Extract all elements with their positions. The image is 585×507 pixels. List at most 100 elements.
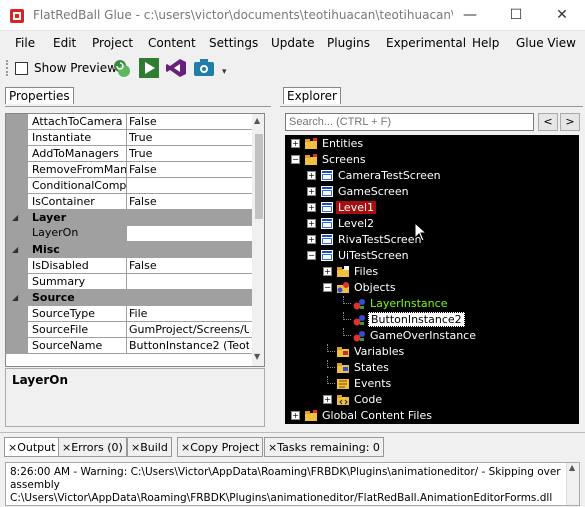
tree-node-label[interactable]: LayerInstance — [368, 297, 449, 310]
expand-icon[interactable]: + — [307, 219, 316, 228]
scroll-thumb[interactable] — [255, 134, 263, 219]
property-value[interactable]: False — [129, 195, 249, 208]
menu-update[interactable]: Update — [271, 36, 314, 50]
tree-node[interactable]: + Global Content Files — [285, 408, 579, 424]
screenshot-button[interactable] — [193, 57, 215, 79]
tree-node-label[interactable]: UiTestScreen — [336, 249, 411, 262]
tree-node-label[interactable]: Screens — [320, 153, 368, 166]
scroll-up-icon[interactable]: ▲ — [569, 463, 575, 472]
property-row[interactable]: SourceName ButtonInstance2 (Teotihua — [6, 338, 252, 354]
scroll-down-icon[interactable]: ▼ — [254, 352, 260, 361]
tab-explorer[interactable]: Explorer — [283, 87, 341, 104]
tab-output[interactable]: ×Output — [4, 437, 60, 457]
refresh-project-button[interactable] — [111, 57, 133, 79]
property-row[interactable]: AttachToCamera False — [6, 114, 252, 130]
tab-properties[interactable]: Properties — [5, 87, 74, 104]
property-row[interactable]: AddToManagers True — [6, 146, 252, 162]
run-button[interactable] — [138, 57, 160, 79]
toolbar-overflow-icon[interactable]: ▾ — [222, 67, 227, 77]
tree-node-label[interactable]: CameraTestScreen — [336, 169, 443, 182]
menu-help[interactable]: Help — [472, 36, 499, 50]
property-value[interactable]: True — [129, 147, 249, 160]
property-row[interactable]: ConditionalCompilat — [6, 178, 252, 194]
expand-icon[interactable]: + — [307, 203, 316, 212]
nav-forward-button[interactable]: > — [560, 113, 580, 131]
expand-icon[interactable]: + — [291, 411, 300, 420]
tree-node-label[interactable]: Entities — [320, 137, 365, 150]
property-value[interactable]: ButtonInstance2 (Teotihua — [129, 339, 249, 352]
property-value[interactable]: False — [129, 163, 249, 176]
tab-errors[interactable]: ×Errors (0) — [58, 437, 127, 457]
tree-node[interactable]: + RivaTestScreen — [285, 232, 579, 248]
property-value[interactable]: False — [129, 259, 249, 272]
property-row[interactable]: IsDisabled False — [6, 258, 252, 274]
tab-build[interactable]: ×Build — [127, 437, 172, 457]
category-row[interactable]: ◢ Misc — [6, 242, 252, 258]
menu-plugins[interactable]: Plugins — [327, 36, 370, 50]
tree-node-label[interactable]: GameScreen — [336, 185, 411, 198]
property-value[interactable]: File — [129, 307, 249, 320]
expand-icon[interactable]: + — [307, 235, 316, 244]
tree-node-label[interactable]: Files — [352, 265, 380, 278]
tree-node[interactable]: − Objects — [285, 280, 579, 296]
scroll-up-icon[interactable]: ▲ — [254, 116, 260, 125]
tree-node[interactable]: − Screens — [285, 152, 579, 168]
menu-project[interactable]: Project — [92, 36, 133, 50]
tree-node-label[interactable]: Objects — [352, 281, 398, 294]
show-preview-checkbox[interactable] — [15, 62, 28, 75]
property-row[interactable]: Summary — [6, 274, 252, 290]
menu-glue-view[interactable]: Glue View — [516, 36, 576, 50]
category-row[interactable]: ◢ Layer — [6, 210, 252, 226]
menu-experimental[interactable]: Experimental — [386, 36, 466, 50]
expand-icon[interactable]: + — [323, 395, 332, 404]
collapse-icon[interactable]: ◢ — [12, 293, 18, 302]
tree-node-label[interactable]: Level1 — [336, 201, 377, 214]
property-row[interactable]: SourceFile GumProject/Screens/UiTe — [6, 322, 252, 338]
tree-node-label[interactable]: Global Content Files — [320, 409, 434, 422]
tree-node-label[interactable]: Code — [352, 393, 384, 406]
collapse-icon[interactable]: ◢ — [12, 245, 18, 254]
property-grid-scrollbar[interactable]: ▲ ▼ — [252, 114, 264, 366]
tree-node-label[interactable]: GameOverInstance — [368, 329, 478, 342]
close-tab-icon[interactable]: × — [131, 441, 140, 454]
tree-node-label[interactable]: Events — [352, 377, 393, 390]
menu-settings[interactable]: Settings — [209, 36, 258, 50]
property-value[interactable]: True — [129, 131, 249, 144]
close-button[interactable]: ✕ — [539, 0, 585, 31]
property-value[interactable]: GumProject/Screens/UiTe — [129, 323, 249, 336]
expand-icon[interactable]: + — [323, 267, 332, 276]
tree-node-label[interactable]: Level2 — [336, 217, 376, 230]
nav-back-button[interactable]: < — [538, 113, 558, 131]
menu-edit[interactable]: Edit — [53, 36, 76, 50]
tree-node[interactable]: + GameScreen — [285, 184, 579, 200]
collapse-icon[interactable]: − — [291, 155, 300, 164]
tree-node[interactable]: + Files — [285, 264, 579, 280]
expand-icon[interactable]: + — [307, 187, 316, 196]
category-row[interactable]: ◢ Source — [6, 290, 252, 306]
expand-icon[interactable]: + — [291, 139, 300, 148]
tree-node-label[interactable]: Variables — [352, 345, 406, 358]
tree-node[interactable]: Variables — [285, 344, 579, 360]
visual-studio-button[interactable] — [165, 57, 187, 79]
menu-file[interactable]: File — [15, 36, 35, 50]
close-tab-icon[interactable]: × — [62, 441, 71, 454]
tree-node[interactable]: GameOverInstance — [285, 328, 579, 344]
tree-node-label[interactable]: States — [352, 361, 391, 374]
menu-content[interactable]: Content — [148, 36, 196, 50]
tree-node[interactable]: + Code — [285, 392, 579, 408]
tree-node[interactable]: States — [285, 360, 579, 376]
tree-node[interactable]: − UiTestScreen — [285, 248, 579, 264]
expand-icon[interactable]: + — [307, 171, 316, 180]
tab-tasks[interactable]: ×Tasks remaining: 0 — [264, 437, 384, 457]
output-log[interactable]: 8:26:00 AM - Warning: C:\Users\Victor\Ap… — [5, 462, 580, 506]
maximize-button[interactable]: ☐ — [493, 0, 539, 31]
collapse-icon[interactable]: ◢ — [12, 213, 18, 222]
tree-node[interactable]: + Level1 — [285, 200, 579, 216]
property-row[interactable]: RemoveFromMana False — [6, 162, 252, 178]
tree-node[interactable]: + CameraTestScreen — [285, 168, 579, 184]
collapse-icon[interactable]: − — [307, 251, 316, 260]
minimize-button[interactable]: — — [447, 0, 493, 31]
tab-copy-project[interactable]: ×Copy Project — [177, 437, 264, 457]
tree-node[interactable]: Events — [285, 376, 579, 392]
close-tab-icon[interactable]: × — [268, 441, 277, 454]
